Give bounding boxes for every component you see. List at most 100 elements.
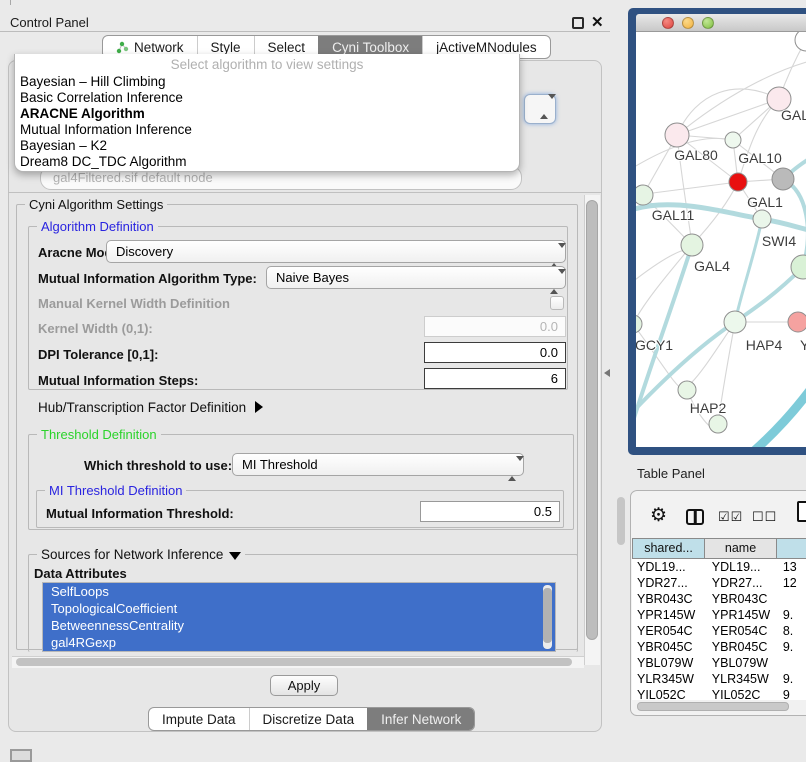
column-selector-icon[interactable] [686,509,704,525]
table-cell: 13 [777,559,806,575]
mi-threshold-field[interactable]: 0.5 [420,501,560,522]
table-cell: YIL052C [632,687,705,700]
column-header-name[interactable]: name [705,538,777,559]
data-attributes-label: Data Attributes [34,566,127,581]
tab-label: Network [134,40,184,55]
list-scrollbar-thumb[interactable] [543,588,552,643]
node-label-gal1: GAL1 [747,194,783,210]
sources-expander[interactable]: Sources for Network Inference [37,547,245,562]
aracne-mode-select[interactable]: Discovery [106,240,566,263]
mi-algorithm-type-select[interactable]: Naive Bayes [266,266,566,289]
select-all-checkboxes-icon[interactable]: ☑☑ [718,509,743,525]
algorithm-option-basic-correlation-inference[interactable]: Basic Correlation Inference [15,90,519,106]
column-header-2[interactable] [777,538,806,559]
table-cell: YBR043C [632,591,705,607]
node-label-gal4: GAL4 [694,258,730,274]
which-threshold-value: MI Threshold [242,457,318,472]
zoom-traffic-light[interactable] [702,17,714,29]
network-node-hap4[interactable] [724,311,746,333]
attribute-selfloops[interactable]: SelfLoops [43,583,555,600]
network-node-hap2[interactable] [678,381,696,399]
dpi-tolerance-field[interactable]: 0.0 [424,342,566,363]
network-node-y[interactable] [788,312,806,332]
table-row[interactable]: YDR27...YDR27...12 [632,575,806,591]
algorithm-option-aracne-algorithm[interactable]: ARACNE Algorithm [15,106,519,122]
attribute-betweennesscentrality[interactable]: BetweennessCentrality [43,617,555,634]
network-window-titlebar[interactable] [636,14,806,32]
table-row[interactable]: YBR043CYBR043C [632,591,806,607]
stepper-icon [550,271,558,292]
attribute-topologicalcoefficient[interactable]: TopologicalCoefficient [43,600,555,617]
node-label-y: Y [800,337,806,353]
bottom-tabbar: Impute DataDiscretize Data Infer Network [148,707,475,731]
table-cell: YER054C [632,623,705,639]
network-node-gal1[interactable] [729,173,747,191]
manual-kernel-width-checkbox[interactable] [550,296,564,310]
table-row[interactable]: YER054CYER054C8. [632,623,806,639]
table-row[interactable]: YPR145WYPR145W9. [632,607,806,623]
network-node-swi4[interactable] [753,210,771,228]
tab-label: Infer Network [381,712,461,727]
deselect-all-checkboxes-icon[interactable]: ☐☐ [752,509,777,525]
tab-impute-data[interactable]: Impute Data [149,708,249,730]
scrollbar-fragment[interactable] [617,497,625,545]
close-traffic-light[interactable] [662,17,674,29]
close-icon[interactable]: ✕ [591,13,604,31]
network-node-gal80[interactable] [665,123,689,147]
network-node[interactable] [709,415,727,433]
gear-icon[interactable]: ⚙ [650,504,667,527]
hub-definition-label: Hub/Transcription Factor Definition [38,400,246,415]
export-table-icon[interactable] [797,501,806,522]
thick-edge [746,378,806,447]
network-node-gal11[interactable] [636,185,653,205]
algorithm-definition-title: Algorithm Definition [37,219,158,234]
algorithm-combobox-fragment[interactable] [524,94,556,124]
stepper-icon [550,245,558,266]
list-scrollbar[interactable] [543,585,552,649]
hub-definition-expander[interactable]: Hub/Transcription Factor Definition [38,400,263,415]
tab-discretize-data[interactable]: Discretize Data [249,708,368,730]
table-row[interactable]: YBL079WYBL079W [632,655,806,671]
tab-label: Style [211,40,241,55]
mi-steps-field[interactable]: 6 [424,368,566,389]
network-node[interactable] [772,168,794,190]
algorithm-option-bayesian-k2[interactable]: Bayesian – K2 [15,138,519,154]
which-threshold-select[interactable]: MI Threshold [232,453,524,476]
tab-infer-network[interactable]: Infer Network [367,708,474,730]
table-cell: YIL052C [705,687,777,700]
aracne-mode-value: Discovery [116,244,173,259]
network-node-gcy1[interactable] [636,315,642,333]
network-canvas[interactable]: GALGAL80GAL10GAL1GAL11SWI4GAL4GCY1HAP4YH… [636,32,806,447]
table-row[interactable]: YIL052CYIL052C9 [632,687,806,700]
table-row[interactable]: YLR345WYLR345W9. [632,671,806,687]
attribute-gal4rgexp[interactable]: gal4RGexp [43,634,555,651]
panel-title: Control Panel [10,15,89,30]
node-label-gal: GAL [781,107,806,123]
algorithm-option-mutual-information-inference[interactable]: Mutual Information Inference [15,122,519,138]
table-horizontal-scrollbar-thumb[interactable] [637,702,789,711]
divider [8,192,602,193]
network-node-gal4[interactable] [681,234,703,256]
dpi-tolerance-label: DPI Tolerance [0,1]: [38,347,158,362]
algorithm-option-dream8-dc-tdc-algorithm[interactable]: Dream8 DC_TDC Algorithm [15,154,519,170]
float-window-icon[interactable] [572,17,584,29]
panel-resize-handle-icon[interactable] [604,369,610,377]
mi-algorithm-type-value: Naive Bayes [276,270,349,285]
table-row[interactable]: YDL19...YDL19...13 [632,559,806,575]
network-node-gal10[interactable] [725,132,741,148]
settings-vertical-scrollbar-thumb[interactable] [586,200,598,640]
which-threshold-label: Which threshold to use: [84,458,232,473]
node-label-swi4: SWI4 [762,233,796,249]
table-row[interactable]: YBR045CYBR045C9. [632,639,806,655]
minimize-traffic-light[interactable] [682,17,694,29]
table-panel-title: Table Panel [637,466,705,481]
settings-horizontal-scrollbar-thumb[interactable] [16,658,572,666]
network-node[interactable] [795,32,806,51]
table-cell: YBR045C [705,639,777,655]
apply-button[interactable]: Apply [270,675,338,696]
algorithm-dropdown-popup: Select algorithm to view settings Bayesi… [14,54,520,172]
group-title: Cyni Algorithm Settings [25,197,167,212]
kernel-width-field[interactable]: 0.0 [424,316,566,337]
column-header-shared[interactable]: shared... [632,538,705,559]
algorithm-option-bayesian-hill-climbing[interactable]: Bayesian – Hill Climbing [15,74,519,90]
